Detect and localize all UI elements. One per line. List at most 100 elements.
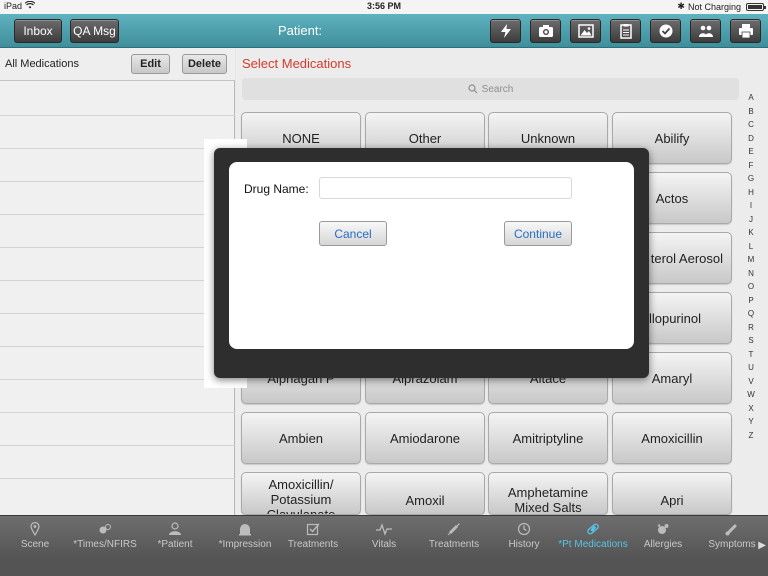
patient-title: Patient:: [277, 23, 323, 38]
list-row-divider: [0, 445, 235, 446]
search-placeholder: Search: [481, 83, 514, 95]
list-row-divider: [0, 214, 235, 215]
people-icon[interactable]: [690, 19, 721, 43]
delete-button[interactable]: Delete: [182, 54, 227, 74]
alphabet-letter[interactable]: V: [746, 375, 756, 389]
list-row-divider: [0, 478, 235, 479]
alphabet-letter[interactable]: E: [746, 145, 756, 159]
thermometer-icon: [725, 519, 739, 539]
alphabet-letter[interactable]: O: [746, 280, 756, 294]
edit-button[interactable]: Edit: [131, 54, 170, 74]
alphabet-letter[interactable]: B: [746, 105, 756, 119]
clipboard-icon[interactable]: [610, 19, 641, 43]
tab-label: Scene: [20, 539, 50, 550]
alphabet-letter[interactable]: C: [746, 118, 756, 132]
alphabet-letter[interactable]: F: [746, 159, 756, 173]
cancel-button[interactable]: Cancel: [319, 221, 387, 246]
alphabet-index[interactable]: ABCDEFGHIJKLMNOPQRSTUVWXYZ: [746, 91, 756, 442]
medication-button[interactable]: Amoxicillin/ Potassium Clavulanate: [241, 472, 361, 515]
medication-button[interactable]: Amitriptyline: [488, 412, 608, 464]
list-row-divider: [0, 346, 235, 347]
battery-icon: [746, 2, 766, 11]
tab-vitals[interactable]: Vitals: [349, 519, 419, 559]
list-row-divider: [0, 280, 235, 281]
map-pin-icon: [30, 519, 40, 539]
medication-button[interactable]: Ambien: [241, 412, 361, 464]
checkbox-icon: [306, 519, 320, 539]
tab-scene[interactable]: Scene: [0, 519, 70, 559]
alphabet-letter[interactable]: X: [746, 402, 756, 416]
alphabet-letter[interactable]: W: [746, 388, 756, 402]
list-row-divider: [0, 412, 235, 413]
tab-label: Vitals: [371, 539, 397, 550]
search-input[interactable]: Search: [242, 78, 739, 100]
alphabet-letter[interactable]: N: [746, 267, 756, 281]
qa-msg-button[interactable]: QA Msg: [70, 19, 119, 43]
list-row-divider: [0, 148, 235, 149]
alphabet-letter[interactable]: L: [746, 240, 756, 254]
camera-icon[interactable]: [530, 19, 561, 43]
drug-name-label: Drug Name:: [244, 182, 309, 196]
status-time: 3:56 PM: [366, 1, 401, 11]
alphabet-letter[interactable]: H: [746, 186, 756, 200]
top-toolbar: Inbox QA Msg Patient:: [0, 14, 768, 48]
charging-status: Not Charging: [687, 1, 741, 12]
medication-button[interactable]: Amiodarone: [365, 412, 485, 464]
alphabet-letter[interactable]: U: [746, 361, 756, 375]
tab-patient[interactable]: *Patient: [140, 519, 210, 559]
tab-allergies[interactable]: Allergies: [628, 519, 698, 559]
medication-button[interactable]: Amoxil: [365, 472, 485, 515]
medication-button[interactable]: Amphetamine Mixed Salts: [488, 472, 608, 515]
alphabet-letter[interactable]: G: [746, 172, 756, 186]
scroll-right-arrow-icon[interactable]: ▶: [758, 540, 766, 551]
inbox-button[interactable]: Inbox: [14, 19, 62, 43]
tab-label: *Patient: [157, 539, 193, 550]
alphabet-letter[interactable]: Y: [746, 415, 756, 429]
tab-label: Treatments: [287, 539, 339, 550]
syringe-icon: [447, 519, 461, 539]
left-panel-header: All Medications Edit Delete: [0, 48, 235, 81]
image-icon[interactable]: [570, 19, 601, 43]
alphabet-letter[interactable]: Z: [746, 429, 756, 443]
tab-impression[interactable]: *Impression: [210, 519, 280, 559]
continue-button[interactable]: Continue: [504, 221, 572, 246]
drug-name-input[interactable]: [319, 177, 572, 199]
alphabet-letter[interactable]: R: [746, 321, 756, 335]
allergy-icon: [656, 519, 670, 539]
tab-treatments-checklist[interactable]: Treatments: [278, 519, 348, 559]
alphabet-letter[interactable]: S: [746, 334, 756, 348]
tab-pt-medications[interactable]: *Pt Medications: [558, 519, 628, 559]
times-icon: [98, 519, 112, 539]
medication-button[interactable]: Amoxicillin: [612, 412, 732, 464]
bottom-strip: [0, 559, 768, 576]
search-icon: [468, 84, 478, 94]
alphabet-letter[interactable]: M: [746, 253, 756, 267]
selected-medications-panel: All Medications Edit Delete: [0, 48, 235, 515]
checkmark-icon[interactable]: [650, 19, 681, 43]
tab-label: Allergies: [643, 539, 683, 550]
tab-times-nfirs[interactable]: *Times/NFIRS: [70, 519, 140, 559]
list-row-divider: [0, 247, 235, 248]
printer-icon[interactable]: [730, 19, 761, 43]
alphabet-letter[interactable]: P: [746, 294, 756, 308]
list-row-divider: [0, 181, 235, 182]
tab-treatments[interactable]: Treatments: [419, 519, 489, 559]
alphabet-letter[interactable]: T: [746, 348, 756, 362]
medication-button[interactable]: Apri: [612, 472, 732, 515]
list-row-divider: [0, 115, 235, 116]
tab-label: *Times/NFIRS: [73, 539, 137, 550]
select-medications-title: Select Medications: [242, 56, 352, 71]
lightning-icon[interactable]: [490, 19, 521, 43]
alphabet-letter[interactable]: J: [746, 213, 756, 227]
alphabet-letter[interactable]: Q: [746, 307, 756, 321]
pulse-icon: [376, 519, 392, 539]
all-medications-label: All Medications: [5, 58, 79, 70]
tab-label: *Impression: [218, 539, 272, 550]
tab-label: History: [508, 539, 540, 550]
tab-history[interactable]: History: [489, 519, 559, 559]
alphabet-letter[interactable]: K: [746, 226, 756, 240]
alphabet-letter[interactable]: A: [746, 91, 756, 105]
alphabet-letter[interactable]: D: [746, 132, 756, 146]
tab-symptoms[interactable]: Symptoms: [697, 519, 767, 559]
alphabet-letter[interactable]: I: [746, 199, 756, 213]
